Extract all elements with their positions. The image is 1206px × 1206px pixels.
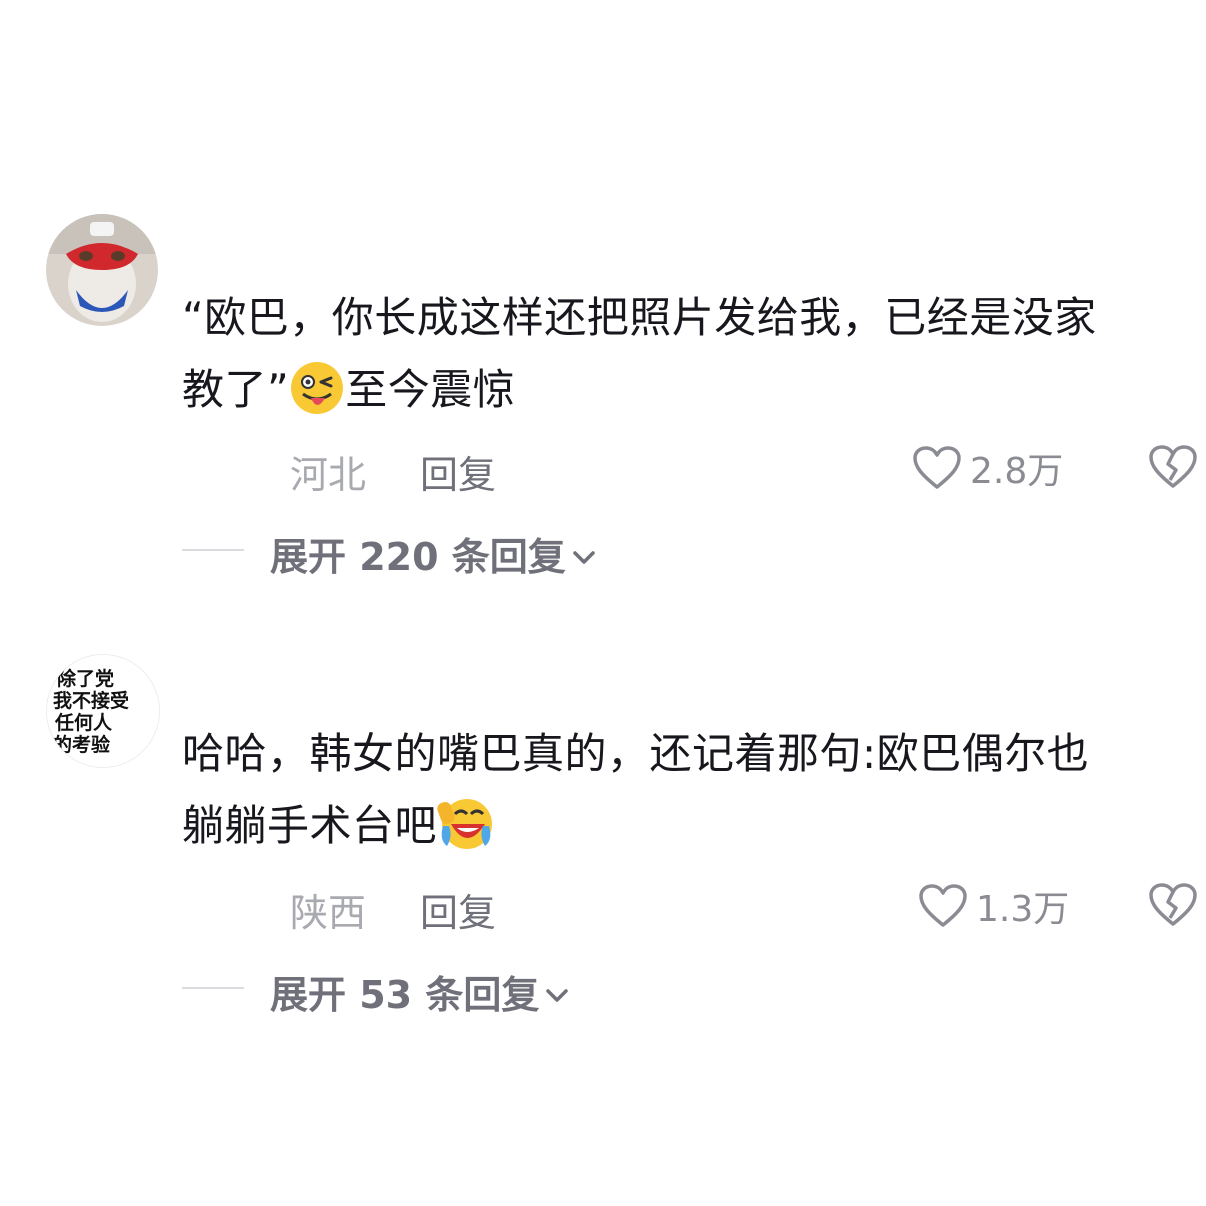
expand-replies-text: 展开 53 条回复	[270, 973, 540, 1017]
heart-icon	[919, 884, 967, 927]
like-count: 1.3万	[976, 889, 1070, 930]
avatar-text-line: 的考验	[53, 733, 111, 756]
laughing-crying-emoji-icon	[437, 799, 493, 849]
like-button[interactable]: 2.8万	[912, 438, 1063, 498]
expand-replies-text: 展开 220 条回复	[270, 535, 566, 579]
reply-button[interactable]: 回复	[420, 444, 496, 499]
divider	[182, 549, 244, 551]
comment-text: 哈哈，韩女的嘴巴真的，还记着那句:欧巴偶尔也 躺躺手术台吧	[182, 718, 1182, 862]
avatar-text-line: 除了党	[57, 667, 114, 690]
expand-replies[interactable]: 展开 53 条回复	[0, 958, 1206, 1018]
chevron-down-icon	[573, 551, 595, 564]
comment-line: “欧巴，你长成这样还把照片发给我，已经是没家	[182, 293, 1097, 342]
expand-replies-label: 展开 53 条回复	[270, 964, 569, 1019]
comment-line: 躺躺手术台吧	[182, 790, 1182, 862]
like-button[interactable]: 1.3万	[918, 876, 1069, 936]
comment-meta: 河北 回复 2.8万	[0, 438, 1206, 498]
winking-tongue-emoji-icon	[291, 362, 344, 414]
divider	[182, 987, 244, 989]
like-count: 2.8万	[970, 451, 1064, 492]
chevron-down-icon	[546, 989, 569, 1002]
comment-text-part: 躺躺手术台吧	[182, 801, 438, 850]
heart-icon	[913, 446, 961, 489]
avatar-text-line: 我不接受	[53, 689, 129, 712]
location-label: 河北	[290, 453, 367, 497]
comment-text: “欧巴，你长成这样还把照片发给我，已经是没家 教了” 至今震惊	[182, 282, 1182, 426]
expand-replies[interactable]: 展开 220 条回复	[0, 520, 1206, 580]
comment-line: 教了” 至今震惊	[182, 354, 1182, 426]
reply-button[interactable]: 回复	[420, 882, 496, 937]
location-label: 陕西	[290, 891, 367, 935]
comment-line: 哈哈，韩女的嘴巴真的，还记着那句:欧巴偶尔也	[182, 729, 1090, 778]
comment-meta: 陕西 回复 1.3万	[0, 876, 1206, 936]
broken-heart-icon[interactable]	[1148, 882, 1198, 928]
avatar[interactable]	[46, 214, 158, 326]
expand-replies-label: 展开 220 条回复	[270, 526, 596, 581]
avatar[interactable]: 除了党 我不接受 任何人 的考验	[46, 654, 160, 768]
broken-heart-icon[interactable]	[1148, 444, 1198, 490]
comment-text-part: 至今震惊	[345, 365, 516, 414]
comment-text-part: 教了”	[182, 365, 290, 414]
avatar-text-line: 任何人	[54, 711, 113, 734]
